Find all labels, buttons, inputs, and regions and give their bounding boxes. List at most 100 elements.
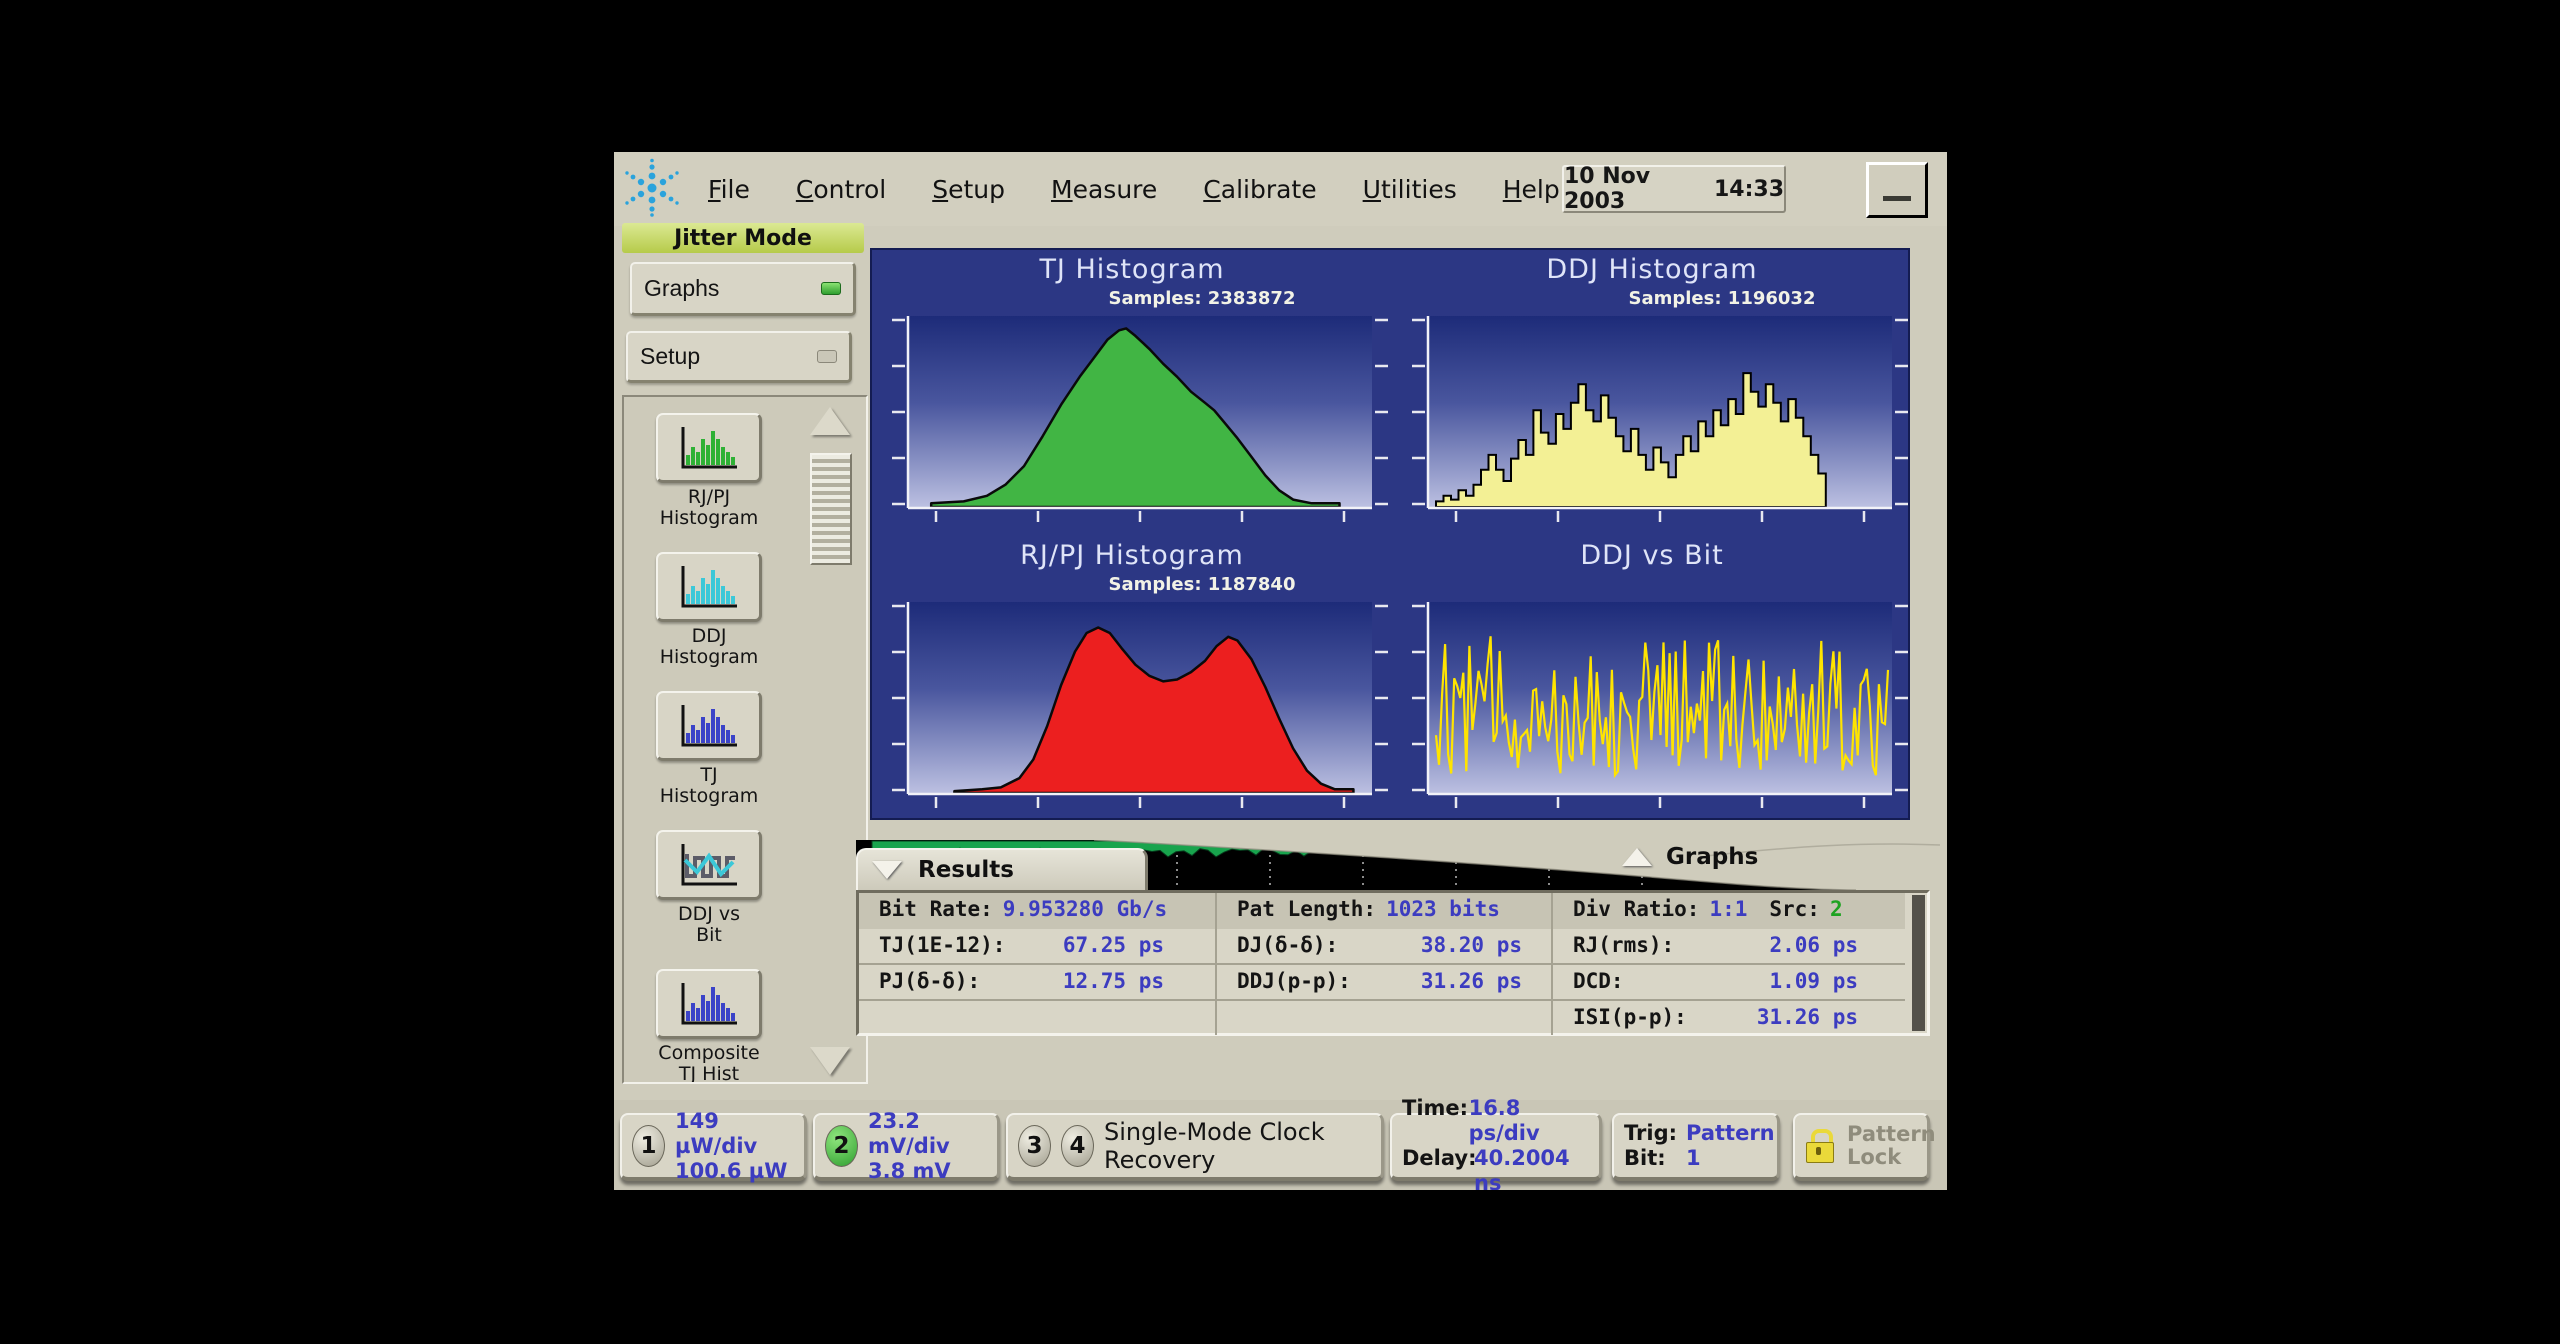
graph-type-button[interactable] [656, 691, 762, 761]
scroll-up-icon[interactable] [810, 407, 850, 435]
histogram-blue-icon [677, 981, 741, 1027]
menu-control[interactable]: Control [796, 175, 886, 204]
graphs-button[interactable]: Graphs [630, 262, 856, 316]
ch2-scale: 23.2 mV/div [868, 1109, 987, 1159]
ch1-scale: 149 µW/div [675, 1109, 794, 1159]
results-row: PJ(δ-δ):12.75 ps DDJ(p-p):31.26 ps DCD:1… [859, 963, 1905, 999]
graph-type-button[interactable] [656, 830, 762, 900]
dj-value: DJ(δ-δ):38.20 ps [1215, 929, 1551, 963]
sidebar-item-ddj: DDJHistogram [624, 552, 794, 668]
expand-triangle-icon [1622, 848, 1652, 866]
pattern-lock-line2: Lock [1847, 1145, 1901, 1169]
menu-utilities[interactable]: Utilities [1363, 175, 1457, 204]
plot-svg [1392, 536, 1912, 822]
menu-setup[interactable]: Setup [932, 175, 1005, 204]
channel-1-badge: 1 [632, 1125, 665, 1167]
channel-3-badge: 3 [1018, 1125, 1051, 1167]
samples-count: Samples: 1187840 [1012, 574, 1392, 595]
results-header-row: Bit Rate:9.953280 Gb/s Pat Length:1023 b… [859, 893, 1905, 929]
pat-length: Pat Length:1023 bits [1215, 893, 1551, 929]
datetime-display: 10 Nov 2003 14:33 [1562, 165, 1786, 213]
graph-type-button[interactable] [656, 552, 762, 622]
chart-title: RJ/PJ Histogram [872, 540, 1392, 571]
time-text: 14:33 [1714, 177, 1784, 202]
timebase-button[interactable]: Time:16.8 ps/div Delay:40.2004 ns [1390, 1113, 1602, 1181]
setup-button[interactable]: Setup [626, 331, 852, 383]
ch2-offset: 3.8 mV [868, 1159, 987, 1184]
results-scroll-shadow [1912, 895, 1925, 1031]
scrollbar[interactable] [802, 397, 858, 1082]
sidebar-item-tj: TJHistogram [624, 691, 794, 807]
channel-3-4-button[interactable]: 3 4 Single-Mode Clock Recovery [1006, 1113, 1384, 1181]
time-label: Time: [1402, 1096, 1469, 1146]
graphs-tab-label: Graphs [1666, 844, 1758, 870]
histogram-green-icon [677, 425, 741, 471]
channel-4-badge: 4 [1061, 1125, 1094, 1167]
channel-2-badge: 2 [825, 1125, 858, 1167]
sidebar-item-rj-pj: RJ/PJHistogram [624, 413, 794, 529]
tab-results[interactable]: Results [856, 848, 1148, 890]
time-value: 16.8 ps/div [1469, 1096, 1589, 1146]
trig-label: Trig: [1624, 1121, 1686, 1146]
chart-title: DDJ vs Bit [1392, 540, 1912, 571]
graph-type-list: RJ/PJHistogram DDJHistogram TJHistogram DDJ… [622, 395, 868, 1084]
ddj-vs-bit-chart: DDJ vs Bit [1392, 536, 1912, 822]
empty-cell [859, 1001, 1215, 1035]
graph-type-button[interactable] [656, 413, 762, 483]
setup-led-icon [817, 350, 837, 363]
bit-label: Bit: [1624, 1146, 1686, 1171]
ddj-histogram-chart: DDJ Histogram Samples: 1196032 [1392, 250, 1912, 536]
graphs-button-label: Graphs [644, 275, 719, 302]
bit-value: 1 [1686, 1146, 1701, 1171]
tab-graphs[interactable]: Graphs [1622, 844, 1758, 870]
ch1-offset: 100.6 µW [675, 1159, 794, 1184]
scroll-down-icon[interactable] [810, 1047, 850, 1075]
results-tab-label: Results [918, 857, 1014, 883]
results-row: ISI(p-p):31.26 ps [859, 999, 1905, 1035]
graph-type-label: DDJ vsBit [624, 904, 794, 946]
padlock-icon [1805, 1129, 1835, 1163]
graph-type-label: RJ/PJHistogram [624, 487, 794, 529]
samples-count: Samples: 2383872 [1012, 288, 1392, 309]
chart-title: TJ Histogram [872, 254, 1392, 285]
minimize-icon [1883, 196, 1911, 201]
jitter-mode-banner: Jitter Mode [622, 223, 864, 253]
graph-panel: TJ Histogram Samples: 2383872 DDJ Histog… [870, 248, 1910, 820]
empty-cell [1215, 1001, 1551, 1035]
agilent-spark-icon [624, 158, 680, 218]
rjpj-histogram-chart: RJ/PJ Histogram Samples: 1187840 [872, 536, 1392, 822]
menu-measure[interactable]: Measure [1051, 175, 1157, 204]
histogram-blue-icon [677, 703, 741, 749]
samples-count: Samples: 1196032 [1532, 288, 1912, 309]
tj-histogram-chart: TJ Histogram Samples: 2383872 [872, 250, 1392, 536]
menu-calibrate[interactable]: Calibrate [1203, 175, 1316, 204]
clock-recovery-label: Single-Mode Clock Recovery [1104, 1118, 1371, 1174]
channel-2-button[interactable]: 2 23.2 mV/div 3.8 mV [813, 1113, 1000, 1181]
results-row: TJ(1E-12):67.25 ps DJ(δ-δ):38.20 ps RJ(r… [859, 929, 1905, 963]
scroll-thumb[interactable] [810, 453, 852, 565]
channel-1-button[interactable]: 1 149 µW/div 100.6 µW [620, 1113, 807, 1181]
minimize-button[interactable] [1866, 162, 1928, 218]
delay-label: Delay: [1402, 1146, 1474, 1190]
dcd-value: DCD:1.09 ps [1551, 965, 1905, 999]
menu-file[interactable]: File [708, 175, 750, 204]
menu-items: File Control Setup Measure Calibrate Uti… [708, 152, 1560, 226]
pattern-lock-line1: Pattern [1847, 1122, 1936, 1146]
pattern-lock-button[interactable]: Pattern Lock [1793, 1113, 1930, 1181]
tj-value: TJ(1E-12):67.25 ps [859, 929, 1215, 963]
trigger-button[interactable]: Trig:Pattern Bit:1 [1612, 1113, 1780, 1181]
sidebar-item-ddj-vs: DDJ vsBit [624, 830, 794, 946]
ddj-value: DDJ(p-p):31.26 ps [1215, 965, 1551, 999]
rj-value: RJ(rms):2.06 ps [1551, 929, 1905, 963]
graph-type-button[interactable] [656, 969, 762, 1039]
graph-type-label: DDJHistogram [624, 626, 794, 668]
date-text: 10 Nov 2003 [1564, 164, 1696, 214]
delay-value: 40.2004 ns [1474, 1146, 1589, 1190]
isi-value: ISI(p-p):31.26 ps [1551, 1001, 1905, 1035]
waveform-cyan-icon [677, 842, 741, 888]
bit-rate: Bit Rate:9.953280 Gb/s [859, 893, 1215, 929]
menu-help[interactable]: Help [1503, 175, 1560, 204]
trig-value: Pattern [1686, 1121, 1775, 1146]
graph-type-label: CompositeTJ Hist [624, 1043, 794, 1084]
chart-title: DDJ Histogram [1392, 254, 1912, 285]
